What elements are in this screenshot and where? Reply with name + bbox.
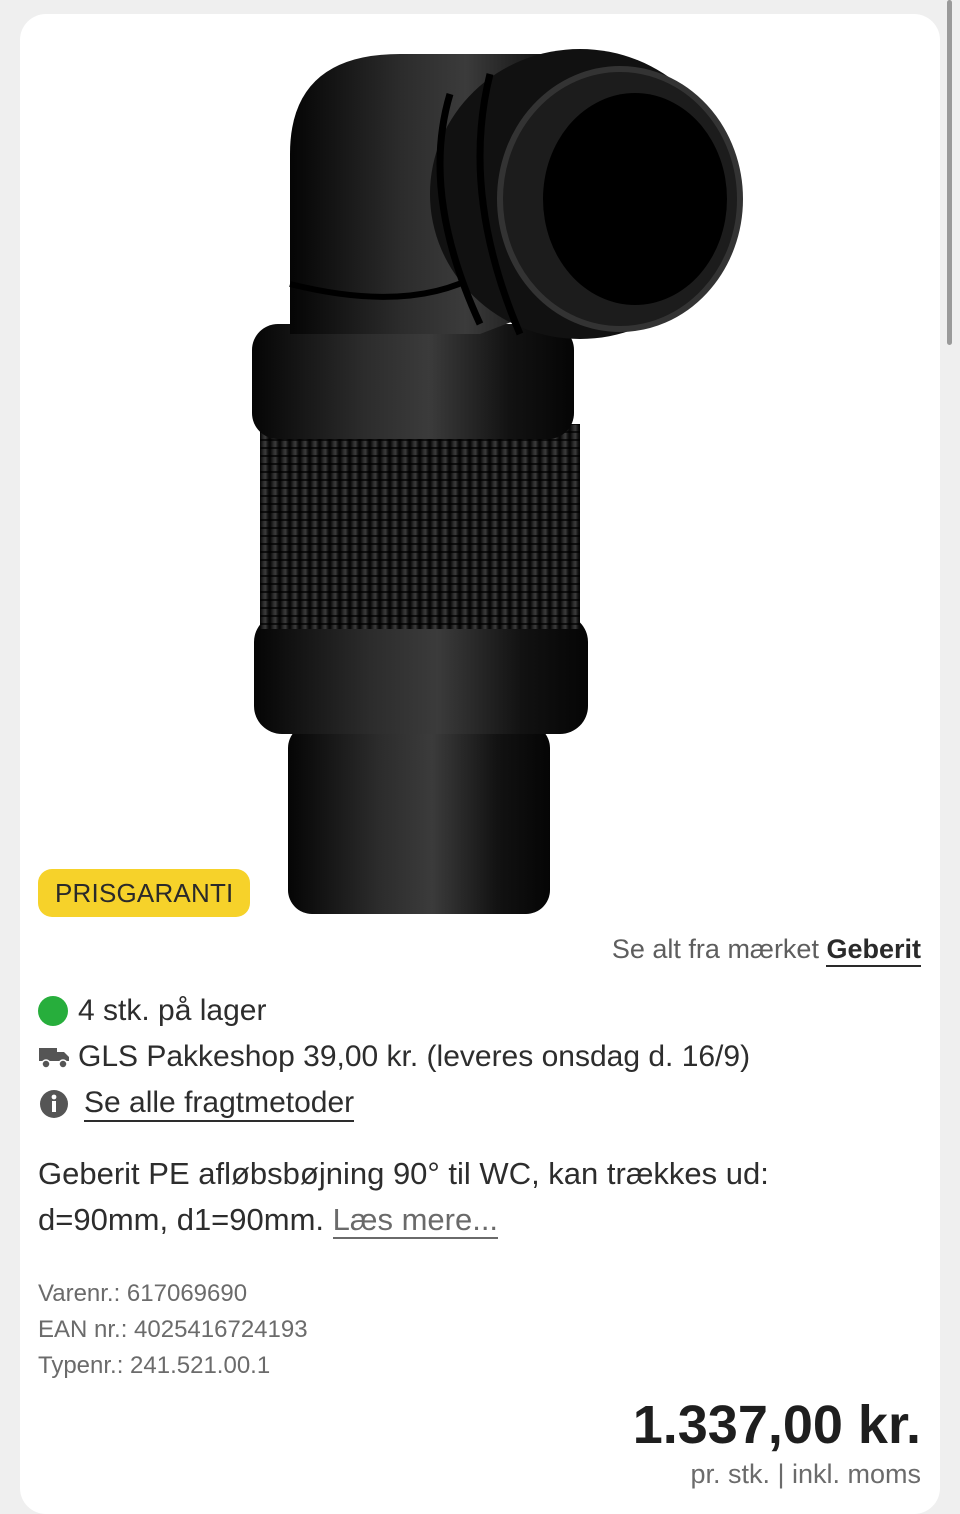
item-number: Varenr.: 617069690	[38, 1280, 248, 1307]
stock-text: 4 stk. på lager	[78, 994, 267, 1027]
shipping-methods-link[interactable]: Se alle fragtmetoder	[84, 1086, 355, 1122]
type-number: Typenr.: 241.521.00.1	[38, 1352, 271, 1379]
product-image[interactable]	[180, 34, 780, 934]
stock-row: 4 stk. på lager	[38, 994, 266, 1028]
read-more-link[interactable]: Læs mere...	[332, 1202, 499, 1239]
price: 1.337,00 kr.	[632, 1395, 921, 1455]
info-icon	[38, 1089, 70, 1119]
ean-number: EAN nr.: 4025416724193	[38, 1316, 308, 1343]
scrollbar[interactable]	[947, 0, 952, 345]
price-unit-note: pr. stk. | inkl. moms	[690, 1459, 921, 1489]
brand-prefix: Se alt fra mærket	[611, 934, 819, 964]
product-card: PRISGARANTI Se alt fra mærket Geberit 4 …	[20, 14, 940, 1514]
shipping-methods-row: Se alle fragtmetoder	[38, 1086, 355, 1122]
truck-icon	[38, 1042, 70, 1072]
shipping-row: GLS Pakkeshop 39,00 kr. (leveres onsdag …	[38, 1040, 750, 1074]
shipping-text: GLS Pakkeshop 39,00 kr. (leveres onsdag …	[78, 1040, 751, 1073]
product-identifiers: Varenr.: 617069690 EAN nr.: 402541672419…	[38, 1276, 308, 1384]
product-description: Geberit PE afløbsbøjning 90° til WC, kan…	[38, 1151, 858, 1243]
brand-link[interactable]: Geberit	[826, 934, 921, 967]
brand-line: Se alt fra mærket Geberit	[611, 934, 921, 967]
stock-status-icon	[38, 996, 68, 1026]
price-guarantee-badge: PRISGARANTI	[38, 869, 251, 917]
